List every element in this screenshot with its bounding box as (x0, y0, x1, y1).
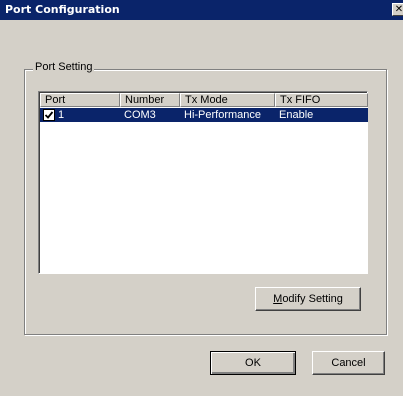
column-header-port[interactable]: Port (40, 93, 120, 107)
checkmark-icon (44, 111, 54, 119)
port-list[interactable]: Port Number Tx Mode Tx FIFO 1 COM3 Hi-Pe… (38, 91, 368, 274)
close-icon: ✕ (394, 4, 403, 15)
port-list-inner: Port Number Tx Mode Tx FIFO 1 COM3 Hi-Pe… (39, 92, 368, 273)
cancel-button[interactable]: Cancel (312, 351, 385, 375)
close-button[interactable]: ✕ (392, 3, 403, 16)
ok-label: OK (245, 357, 261, 369)
column-header-number[interactable]: Number (120, 93, 180, 107)
column-header-tx-fifo[interactable]: Tx FIFO (275, 93, 368, 107)
table-row[interactable]: 1 COM3 Hi-Performance Enable (40, 108, 368, 122)
row-tx-mode: Hi-Performance (184, 109, 262, 121)
row-number: COM3 (124, 109, 156, 121)
title-bar[interactable]: Port Configuration ✕ (0, 0, 403, 20)
list-header: Port Number Tx Mode Tx FIFO (40, 93, 368, 107)
modify-mnemonic: M (273, 293, 283, 305)
row-tx-fifo: Enable (279, 109, 314, 121)
dialog-window: Port Configuration ✕ Port Setting Port N… (0, 0, 403, 396)
port-enable-checkbox[interactable] (43, 109, 55, 121)
column-header-tx-mode[interactable]: Tx Mode (180, 93, 275, 107)
cancel-label: Cancel (331, 357, 366, 369)
row-port: 1 (58, 109, 65, 121)
group-label: Port Setting (33, 61, 95, 73)
ok-button[interactable]: OK (210, 351, 296, 375)
modify-label: odify Setting (282, 293, 343, 305)
window-title: Port Configuration (5, 3, 120, 16)
modify-setting-button[interactable]: Modify Setting (255, 287, 361, 311)
